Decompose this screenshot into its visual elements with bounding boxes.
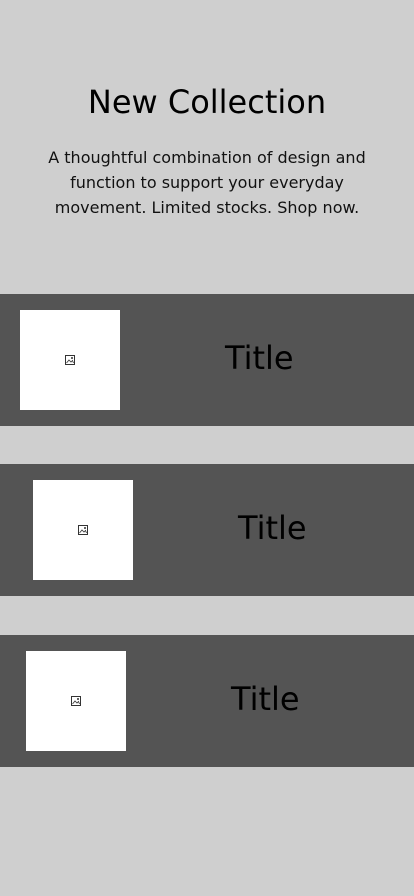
collection-card[interactable]: Title [0, 464, 414, 596]
card-thumbnail[interactable] [20, 310, 120, 410]
card-title: Title [231, 680, 300, 718]
card-title: Title [225, 339, 294, 377]
collection-card[interactable]: Title [0, 294, 414, 426]
hero-section: New Collection A thoughtful combination … [0, 0, 414, 294]
card-thumbnail[interactable] [33, 480, 133, 580]
card-title: Title [238, 509, 307, 547]
image-placeholder-icon [71, 696, 81, 706]
image-placeholder-icon [78, 525, 88, 535]
image-placeholder-icon [65, 355, 75, 365]
hero-description: A thoughtful combination of design and f… [48, 148, 366, 217]
collection-card[interactable]: Title [0, 635, 414, 767]
card-thumbnail[interactable] [26, 651, 126, 751]
page-title: New Collection [87, 83, 327, 121]
